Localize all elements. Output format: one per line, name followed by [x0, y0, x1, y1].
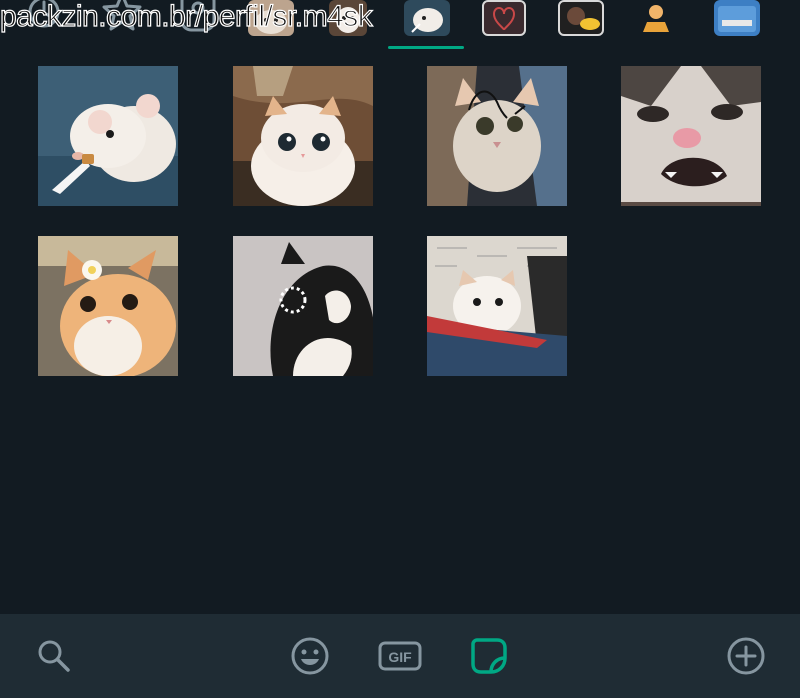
- sticker-image: [38, 236, 178, 376]
- sticker-kitten-looking-up[interactable]: [233, 66, 373, 206]
- sticker-pack-thumbnail: [637, 0, 675, 36]
- emoji-icon: [291, 637, 329, 675]
- add-icon: [727, 637, 765, 675]
- tab-pack-3[interactable]: [404, 0, 450, 44]
- search-button[interactable]: [32, 634, 76, 678]
- selected-tab-indicator: [388, 46, 464, 49]
- sticker-image: [427, 66, 567, 206]
- tab-pack-6[interactable]: [636, 0, 676, 44]
- sticker-panel-bottom-bar: GIF: [0, 614, 800, 698]
- tab-pack-5[interactable]: [558, 0, 604, 44]
- search-icon: [38, 640, 70, 672]
- tab-pack-4[interactable]: [482, 0, 526, 44]
- sticker-pack-thumbnail: [482, 0, 526, 36]
- sticker-cat-mouth-open[interactable]: [621, 66, 761, 206]
- sticker-image: [233, 236, 373, 376]
- sticker-cat-drawn-eyebrows[interactable]: [427, 66, 567, 206]
- gif-icon: GIF: [378, 641, 422, 671]
- sticker-cat-math-board[interactable]: [427, 236, 567, 376]
- sticker-pack-thumbnail: [714, 0, 760, 36]
- sticker-image: [38, 66, 178, 206]
- gif-button[interactable]: GIF: [378, 634, 422, 678]
- sticker-image: [427, 236, 567, 376]
- sticker-orange-kitten-flower[interactable]: [38, 236, 178, 376]
- sticker-icon: [471, 638, 507, 674]
- emoji-button[interactable]: [288, 634, 332, 678]
- sticker-image: [233, 66, 373, 206]
- sticker-image: [621, 66, 761, 206]
- tab-pack-7[interactable]: [714, 0, 760, 44]
- gif-label: GIF: [388, 649, 412, 665]
- sticker-bw-cat-loading[interactable]: [233, 236, 373, 376]
- sticker-hamster-knife[interactable]: [38, 66, 178, 206]
- add-sticker-button[interactable]: [724, 634, 768, 678]
- watermark-text: packzin.com.br/perfil/sr.m4sk: [0, 0, 373, 34]
- sticker-pack-thumbnail: [404, 0, 450, 36]
- sticker-button[interactable]: [467, 634, 511, 678]
- sticker-pack-thumbnail: [558, 0, 604, 36]
